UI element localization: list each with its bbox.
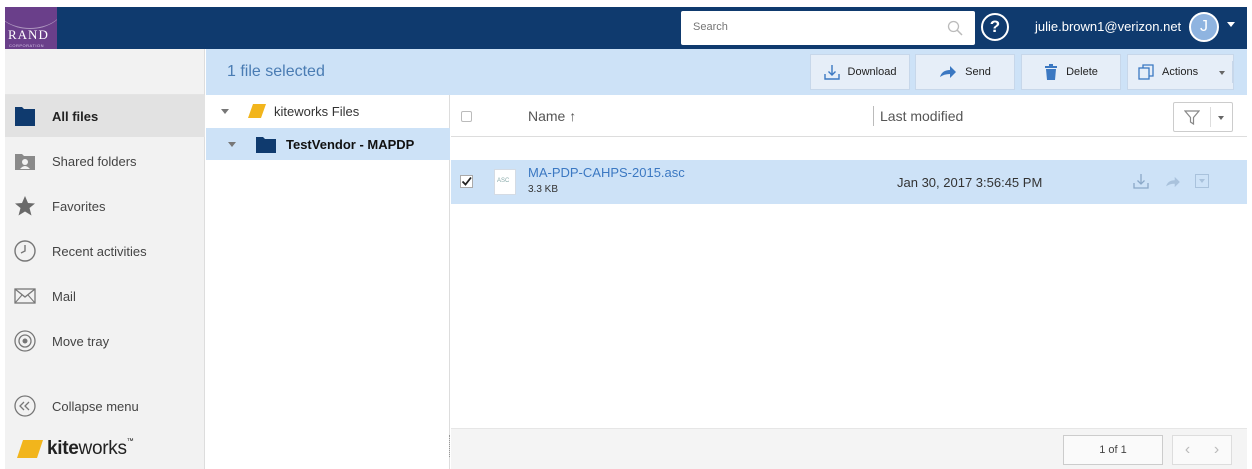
shared-folder-icon xyxy=(15,154,35,170)
tree-node-label: TestVendor - MAPDP xyxy=(286,136,415,152)
chevron-down-icon xyxy=(1218,116,1224,120)
tree-node-kiteworks-files[interactable]: kiteworks Files xyxy=(206,95,450,127)
row-download-icon[interactable] xyxy=(1133,173,1149,189)
sidebar-top-spacer xyxy=(5,49,204,95)
collapse-menu-button[interactable]: Collapse menu xyxy=(5,385,205,427)
download-button[interactable]: Download xyxy=(810,54,910,90)
sidebar-item-mail[interactable]: Mail xyxy=(5,275,205,317)
column-header-last-modified[interactable]: Last modified xyxy=(880,108,963,124)
folder-tree: kiteworks Files TestVendor - MAPDP xyxy=(206,95,450,469)
sidebar-item-move-tray[interactable]: Move tray xyxy=(5,320,205,362)
row-more-icon[interactable] xyxy=(1195,174,1209,188)
chevron-down-icon xyxy=(1219,71,1225,75)
page-nav: ‹ › xyxy=(1172,435,1232,465)
brand-tm: ™ xyxy=(126,438,134,445)
column-header-name[interactable]: Name ↑ xyxy=(528,108,576,124)
sidebar-item-all-files[interactable]: All files xyxy=(5,95,205,137)
search-box xyxy=(681,11,975,45)
page-indicator: 1 of 1 xyxy=(1063,435,1163,465)
next-page-button[interactable]: › xyxy=(1214,441,1219,459)
delete-button[interactable]: Delete xyxy=(1021,54,1121,90)
sidebar-item-label: Favorites xyxy=(52,198,106,214)
send-arrow-icon xyxy=(940,66,957,78)
tree-node-label: kiteworks Files xyxy=(274,103,360,119)
sidebar-item-recent-activities[interactable]: Recent activities xyxy=(5,230,205,272)
expand-triangle-icon[interactable] xyxy=(221,108,229,114)
file-type-icon: ASC xyxy=(494,169,516,195)
tree-node-testvendor-mapdp[interactable]: TestVendor - MAPDP xyxy=(206,128,450,160)
search-input[interactable] xyxy=(693,11,933,43)
user-email[interactable]: julie.brown1@verizon.net xyxy=(1035,19,1181,34)
sidebar: All files Shared folders Favorites Recen… xyxy=(5,49,205,469)
star-icon xyxy=(15,196,35,216)
logo-text: RAND xyxy=(8,27,49,42)
help-icon[interactable]: ? xyxy=(981,13,1009,41)
row-checkbox[interactable] xyxy=(460,175,473,188)
user-menu-caret-icon[interactable] xyxy=(1227,22,1235,27)
target-icon xyxy=(14,330,36,352)
kiteworks-logo: kiteworks™ xyxy=(17,438,134,460)
download-icon xyxy=(823,65,840,80)
folder-icon xyxy=(256,136,276,153)
sidebar-item-label: All files xyxy=(52,108,99,124)
sidebar-item-shared-folders[interactable]: Shared folders xyxy=(5,140,205,182)
file-list: Name ↑ Last modified ASC MA-PDP-CAHPS-20… xyxy=(451,95,1247,469)
filter-button[interactable] xyxy=(1173,102,1233,132)
file-size: 3.3 KB xyxy=(528,184,559,195)
sidebar-item-label: Mail xyxy=(52,288,76,304)
delete-label: Delete xyxy=(1066,66,1098,78)
brand-rest: works xyxy=(78,438,127,459)
send-label: Send xyxy=(965,66,991,78)
select-all-checkbox[interactable] xyxy=(461,111,472,122)
pagination-bar: 1 of 1 ‹ › xyxy=(451,428,1247,469)
folder-icon xyxy=(248,104,266,118)
row-send-icon[interactable] xyxy=(1165,176,1181,188)
table-row[interactable]: ASC MA-PDP-CAHPS-2015.asc 3.3 KB Jan 30,… xyxy=(451,160,1247,204)
mail-icon xyxy=(14,288,36,304)
sidebar-item-favorites[interactable]: Favorites xyxy=(5,185,205,227)
file-list-header: Name ↑ Last modified xyxy=(451,95,1247,137)
trash-icon xyxy=(1045,64,1058,80)
selection-toolbar: 1 file selected Download Send Delete Act… xyxy=(206,49,1247,95)
download-label: Download xyxy=(847,66,897,78)
sidebar-item-label: Move tray xyxy=(52,333,110,349)
sidebar-item-label: Shared folders xyxy=(52,153,137,169)
search-icon[interactable] xyxy=(947,20,963,36)
actions-button[interactable]: Actions xyxy=(1127,54,1234,90)
avatar[interactable]: J xyxy=(1189,12,1219,42)
prev-page-button[interactable]: ‹ xyxy=(1185,441,1190,459)
sidebar-item-label: Recent activities xyxy=(52,243,147,259)
double-chevron-left-icon xyxy=(14,395,36,417)
filter-icon xyxy=(1184,110,1200,125)
collapse-menu-label: Collapse menu xyxy=(52,398,139,414)
actions-label: Actions xyxy=(1162,66,1199,78)
file-modified-date: Jan 30, 2017 3:56:45 PM xyxy=(897,175,1043,190)
file-name-link[interactable]: MA-PDP-CAHPS-2015.asc xyxy=(528,165,685,180)
send-button[interactable]: Send xyxy=(915,54,1015,90)
file-type-label: ASC xyxy=(497,178,510,184)
kiteworks-logo-icon xyxy=(17,440,43,458)
folder-icon xyxy=(15,107,35,126)
brand-bold: kite xyxy=(47,438,79,459)
top-header: RAND CORPORATION ? julie.brown1@verizon.… xyxy=(5,7,1247,49)
sort-ascending-icon: ↑ xyxy=(569,108,577,124)
expand-triangle-icon[interactable] xyxy=(228,141,236,147)
clock-icon xyxy=(14,240,36,262)
selection-count: 1 file selected xyxy=(227,63,325,80)
copy-icon xyxy=(1138,64,1154,80)
logo-subtext: CORPORATION xyxy=(9,43,44,48)
rand-logo[interactable]: RAND CORPORATION xyxy=(5,7,57,49)
column-divider[interactable] xyxy=(873,106,874,126)
